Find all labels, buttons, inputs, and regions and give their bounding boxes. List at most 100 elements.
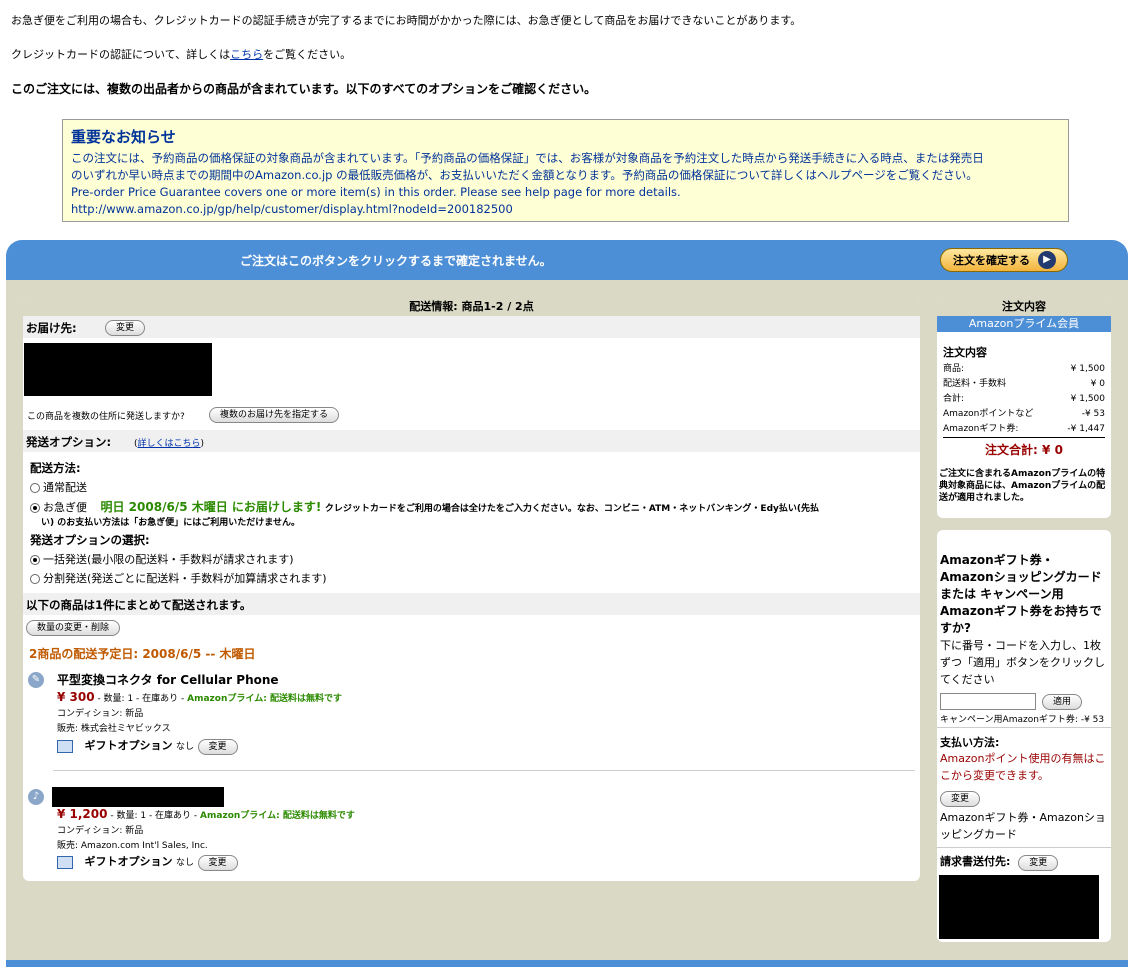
item-1-condition: コンディション: 新品 — [57, 709, 144, 719]
method-express-option[interactable]: お急ぎ便 明日 2008/6/5 木曜日 にお届けします! クレジットカードをご… — [30, 498, 910, 515]
radio-normal[interactable] — [30, 483, 40, 493]
item-1-gift-value: なし — [176, 742, 195, 752]
summary-row-value: ¥ 1,500 — [1070, 364, 1105, 374]
summary-subtitle: 注文内容 — [943, 346, 987, 359]
gift-code-row: 適用 — [937, 688, 1111, 710]
item-1-prime: Amazonプライム: 配送料は無料です — [187, 694, 342, 704]
method-normal-option[interactable]: 通常配送 — [30, 479, 87, 495]
item-1-gift-row: ギフトオプション なし 変更 — [57, 737, 238, 755]
summary-row: 商品: ¥ 1,500 — [937, 362, 1111, 377]
item-divider — [53, 770, 915, 771]
shipping-info-panel: 配送情報: 商品1-2 / 2点 お届け先: 変更 この商品を複数の住所に発送し… — [23, 297, 920, 881]
notice-body-2: のいずれか早い時点までの期間中のAmazon.co.jp の最低販売価格が、お支… — [71, 168, 978, 182]
billing-row: 請求書送付先: 変更 — [937, 848, 1111, 871]
summary-row-label: Amazonギフト券: — [943, 424, 1019, 434]
summary-row-label: Amazonポイントなど — [943, 409, 1034, 419]
redacted-billing-address — [939, 875, 1099, 939]
method-express-label: お急ぎ便 — [43, 501, 87, 514]
place-order-button[interactable]: 注文を確定する ▶ — [940, 248, 1068, 272]
credit-card-info-text: クレジットカードの認証について、詳しくはこちらをご覧ください。 — [11, 46, 351, 62]
notice-body-3: Pre-order Price Guarantee covers one or … — [71, 185, 681, 199]
summary-row-value: ¥ 0 — [1090, 379, 1105, 389]
item-2-seller: 販売: Amazon.com Int'l Sales, Inc. — [57, 841, 208, 851]
item-2-gift-change-button[interactable]: 変更 — [197, 855, 238, 871]
express-note-2: い) のお支払い方法は「お急ぎ便」にはご利用いただけません。 — [41, 518, 300, 528]
summary-row-label: 商品: — [943, 364, 965, 374]
order-total-value: ¥ 0 — [1042, 443, 1063, 457]
play-arrow-icon: ▶ — [1038, 251, 1056, 269]
multi-seller-notice: このご注文には、複数の出品者からの商品が含まれています。以下のすべてのオプション… — [11, 82, 597, 96]
ship-option-row: 発送オプション: (詳しくはこちら) — [23, 430, 920, 452]
ship-option-select-label: 発送オプションの選択: — [30, 533, 150, 547]
summary-row-label: 合計: — [943, 394, 965, 404]
payment-method-note: Amazonポイント使用の有無はここから変更できます。 — [940, 752, 1106, 782]
method-normal-label: 通常配送 — [43, 481, 87, 494]
item-2-gift-value: なし — [176, 858, 195, 868]
important-notice-box: 重要なお知らせ この注文には、予約商品の価格保証の対象商品が含まれています。「予… — [62, 119, 1069, 222]
item-2-condition: コンディション: 新品 — [57, 826, 144, 836]
option-split[interactable]: 分割発送(発送ごとに配送料・手数料が加算請求されます) — [30, 570, 327, 586]
payment-panel: Amazonギフト券・Amazonショッピングカードまたは キャンペーン用Ama… — [937, 530, 1111, 942]
radio-bulk[interactable] — [30, 555, 40, 565]
option-bulk-label: 一括発送(最小限の配送料・手数料が請求されます) — [43, 553, 294, 566]
gift-card-title: Amazonギフト券・Amazonショッピングカードまたは キャンペーン用Ama… — [940, 553, 1102, 635]
option-split-label: 分割発送(発送ごとに配送料・手数料が加算請求されます) — [43, 572, 327, 585]
shipping-method-label: 配送方法: — [30, 461, 81, 475]
option-bulk[interactable]: 一括発送(最小限の配送料・手数料が請求されます) — [30, 551, 294, 567]
music-note-icon: ♪ — [28, 789, 44, 805]
multi-address-button[interactable]: 複数のお届け先を指定する — [209, 407, 340, 423]
ship-option-link[interactable]: 詳しくはこちら — [138, 439, 201, 449]
item-2-price: ¥ 1,200 — [57, 807, 108, 821]
radio-express[interactable] — [30, 503, 40, 513]
shipping-header: 配送情報: 商品1-2 / 2点 — [23, 297, 920, 316]
payment-method-title: 支払い方法: — [940, 736, 1000, 749]
billing-label: 請求書送付先: — [940, 855, 1011, 868]
notice-body-1: この注文には、予約商品の価格保証の対象商品が含まれています。「予約商品の価格保証… — [71, 151, 984, 165]
change-payment-button[interactable]: 変更 — [940, 791, 981, 807]
radio-split[interactable] — [30, 574, 40, 584]
together-label: 以下の商品は1件にまとめて配送されます。 — [26, 598, 252, 612]
summary-header: 注文内容 — [937, 297, 1111, 316]
item-2-title-redacted — [52, 787, 224, 807]
item-1-price: ¥ 300 — [57, 690, 95, 704]
apply-gift-button[interactable]: 適用 — [1042, 693, 1083, 710]
item-2-prime: Amazonプライム: 配送料は無料です — [200, 811, 355, 821]
summary-row: 配送料・手数料 ¥ 0 — [937, 377, 1111, 392]
item-2-gift-row: ギフトオプション なし 変更 — [57, 853, 238, 871]
together-row: 以下の商品は1件にまとめて配送されます。 — [23, 593, 920, 615]
item-1-gift-change-button[interactable]: 変更 — [197, 739, 238, 755]
ship-option-link-wrap: (詳しくはこちら) — [134, 439, 205, 449]
order-total-label: 注文合計: — [985, 443, 1038, 457]
summary-row-value: ¥ 1,500 — [1070, 394, 1105, 404]
change-billing-button[interactable]: 変更 — [1018, 855, 1059, 871]
item-1-seller: 販売: 株式会社ミヤビックス — [57, 724, 171, 734]
wrench-icon: ✎ — [28, 672, 44, 688]
express-date: 明日 2008/6/5 木曜日 にお届けします! — [100, 500, 322, 514]
notice-body-4: http://www.amazon.co.jp/gp/help/customer… — [71, 202, 513, 216]
gift-code-input[interactable] — [940, 693, 1036, 710]
summary-row-value: -¥ 1,447 — [1067, 424, 1105, 434]
summary-row-value: -¥ 53 — [1081, 409, 1105, 419]
change-quantity-button[interactable]: 数量の変更・削除 — [26, 620, 121, 636]
gift-icon — [57, 739, 73, 753]
change-address-button[interactable]: 変更 — [105, 320, 146, 336]
summary-row-label: 配送料・手数料 — [943, 379, 1007, 389]
bottom-bar — [6, 960, 1128, 967]
credit-card-info-link[interactable]: こちら — [230, 48, 263, 61]
redacted-address — [24, 343, 212, 396]
item-2-qty-stock: - 数量: 1 - 在庫あり - — [110, 811, 198, 821]
campaign-gift-line: キャンペーン用Amazonギフト券: -¥ 53 — [937, 710, 1111, 728]
prime-applied-note: ご注文に含まれるAmazonプライムの特典対象商品には、Amazonプライムの配… — [939, 469, 1106, 503]
gift-card-instructions: 下に番号・コードを入力し、1枚ずつ「適用」ボタンをクリックしてください — [940, 639, 1105, 686]
multi-address-question: この商品を複数の住所に発送しますか? — [27, 412, 185, 422]
item-1-gift-label: ギフトオプション — [84, 739, 173, 752]
place-order-label: 注文を確定する — [953, 254, 1030, 267]
confirm-bar-message: ご注文はこのボタンをクリックするまで確定されません。 — [240, 254, 552, 268]
item-1-title[interactable]: 平型変換コネクタ for Cellular Phone — [57, 671, 279, 688]
notice-title: 重要なお知らせ — [71, 128, 176, 146]
credit-card-info-suffix: をご覧ください。 — [263, 48, 352, 61]
express-note-1: クレジットカードをご利用の場合は全けたをご入力ください。なお、コンビニ・ATM・… — [324, 504, 819, 514]
gift-icon — [57, 855, 73, 869]
summary-row: 合計: ¥ 1,500 — [937, 392, 1111, 407]
payment-method-value: Amazonギフト券・Amazonショッピングカード — [937, 809, 1111, 848]
